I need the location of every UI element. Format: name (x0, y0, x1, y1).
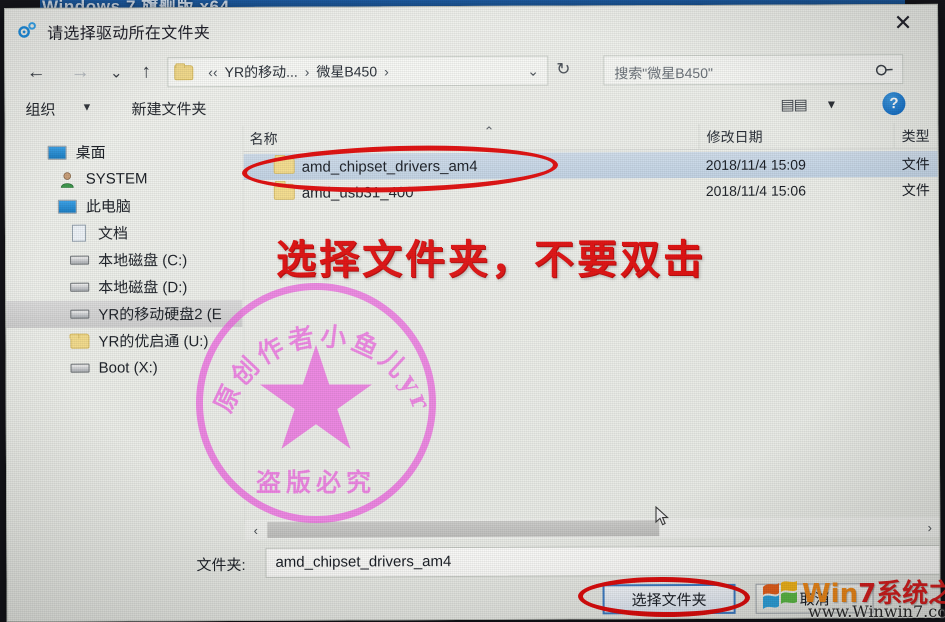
select-folder-button[interactable]: 选择文件夹 (602, 583, 736, 615)
folder-name-value: amd_chipset_drivers_am4 (275, 553, 452, 571)
breadcrumb-item-1[interactable]: 微星B450 (316, 61, 377, 81)
drive-icon (68, 251, 90, 269)
user-icon (56, 170, 78, 188)
chevron-down-icon[interactable]: ▼ (81, 102, 92, 114)
refresh-icon[interactable]: ↻ (556, 60, 570, 80)
sidebar-item-label: 桌面 (75, 144, 106, 162)
folder-icon (273, 183, 295, 200)
drive-icon (68, 305, 90, 323)
address-dropdown-icon[interactable]: ⌄ (527, 63, 539, 80)
document-icon (68, 224, 90, 242)
dialog-title: 请选择驱动所在文件夹 (47, 25, 211, 43)
column-divider[interactable] (698, 123, 700, 150)
column-header-type[interactable]: 类型 (902, 126, 930, 146)
breadcrumb-item-0[interactable]: YR的移动... (225, 62, 298, 82)
file-date: 2018/11/4 15:06 (705, 182, 807, 199)
dialog-titlebar: 请选择驱动所在文件夹 ✕ (5, 5, 939, 47)
navigation-pane: 桌面 SYSTEM 此电脑文档本地磁盘 (C:) 本地磁盘 (D:) YR的移动硬盘2 … (6, 126, 244, 525)
back-icon[interactable]: ← (23, 61, 49, 85)
breadcrumb-overflow[interactable]: ‹‹ (208, 64, 217, 80)
sidebar-item-4[interactable]: 本地磁盘 (C:) (6, 246, 242, 274)
address-bar[interactable]: ‹‹ YR的移动... › 微星B450 › (167, 55, 549, 88)
breadcrumb-separator-0: › (304, 63, 310, 80)
navigation-bar: ← → ⌄ ↑ ‹‹ YR的移动... › 微星B450 › ⌄ ↻ 搜索"微星… (5, 49, 939, 93)
sidebar-item-3[interactable]: 文档 (6, 219, 242, 247)
drive-icon (69, 359, 91, 377)
folder-icon (174, 64, 194, 80)
sidebar-item-5[interactable]: 本地磁盘 (D:) (6, 273, 242, 301)
dialog-button-row: 选择文件夹 取消 (8, 583, 940, 621)
help-icon[interactable]: ? (882, 92, 906, 116)
file-name: amd_usb31_400 (301, 183, 414, 202)
sidebar-item-label: YR的移动硬盘2 (E (98, 306, 222, 324)
sidebar-item-label: Boot (X:) (98, 359, 158, 377)
table-row[interactable]: amd_usb31_400 2018/11/4 15:06 文件 (244, 177, 940, 206)
dialog-content: 桌面 SYSTEM 此电脑文档本地磁盘 (C:) 本地磁盘 (D:) YR的移动硬盘2 … (6, 122, 940, 525)
scroll-right-icon[interactable]: › (921, 518, 938, 536)
column-header-name[interactable]: 名称 ⌃ (250, 124, 495, 149)
folder-icon (273, 157, 295, 174)
sidebar-item-label: 本地磁盘 (C:) (98, 252, 188, 270)
horizontal-scrollbar[interactable]: ‹ › (245, 516, 940, 540)
sidebar-item-6[interactable]: YR的移动硬盘2 (E (6, 299, 243, 328)
sidebar-item-8[interactable]: Boot (X:) (7, 354, 243, 382)
up-icon[interactable]: ↑ (133, 60, 159, 84)
file-type: 文件 (901, 155, 930, 173)
folder-field-label: 文件夹: (196, 556, 246, 575)
search-placeholder: 搜索"微星B450" (614, 64, 713, 82)
sidebar-item-label: 本地磁盘 (D:) (98, 279, 188, 297)
search-input[interactable]: 搜索"微星B450" (603, 54, 904, 86)
file-name: amd_chipset_drivers_am4 (301, 157, 478, 176)
sidebar-item-label: 文档 (97, 225, 129, 243)
sidebar-item-1[interactable]: SYSTEM (6, 165, 242, 193)
view-layout-icon[interactable]: ▤▤ (780, 95, 806, 113)
table-row[interactable]: amd_chipset_drivers_am4 2018/11/4 15:09 文件 (243, 150, 940, 180)
breadcrumb-separator-1: › (384, 63, 389, 80)
sort-ascending-icon: ⌃ (483, 123, 495, 139)
column-header-row: 名称 ⌃ 修改日期 类型 (243, 122, 940, 152)
gear-icon (17, 21, 37, 39)
scrollbar-thumb[interactable] (267, 520, 660, 538)
organize-button[interactable]: 组织 (25, 99, 55, 120)
file-list-pane: 名称 ⌃ 修改日期 类型 amd_chipset_drivers_am4 2018… (243, 122, 940, 524)
monitor-icon (56, 197, 78, 215)
file-type: 文件 (901, 181, 930, 199)
new-folder-button[interactable]: 新建文件夹 (131, 98, 206, 119)
column-divider[interactable] (893, 123, 895, 150)
drive-icon (68, 278, 90, 296)
sidebar-item-label: 此电脑 (85, 198, 131, 216)
sidebar-item-0[interactable]: 桌面 (6, 138, 242, 166)
sidebar-item-label: SYSTEM (85, 170, 148, 188)
view-dropdown-icon[interactable]: ▼ (825, 97, 837, 111)
scroll-left-icon[interactable]: ‹ (247, 521, 264, 539)
sidebar-item-2[interactable]: 此电脑 (6, 192, 242, 220)
search-icon[interactable] (872, 59, 898, 85)
sidebar-item-label: YR的优启通 (U:) (98, 333, 209, 351)
forward-icon: → (70, 61, 90, 83)
folder-field-row: 文件夹: amd_chipset_drivers_am4 (7, 544, 940, 583)
folder-name-input[interactable]: amd_chipset_drivers_am4 (265, 544, 940, 578)
close-icon[interactable]: ✕ (881, 9, 925, 37)
browse-folder-dialog: 请选择驱动所在文件夹 ✕ ← → ⌄ ↑ ‹‹ YR的移动... › 微星B45… (4, 3, 941, 622)
photographed-screen: Windows 7 旗舰版 x64 请选择驱动所在文件夹 ✕ ← → ⌄ ↑ (0, 0, 945, 622)
monitor-icon (46, 143, 68, 161)
folder-icon (68, 332, 90, 350)
column-header-date[interactable]: 修改日期 (707, 127, 763, 147)
file-date: 2018/11/4 15:09 (705, 156, 806, 173)
sidebar-item-7[interactable]: YR的优启通 (U:) (6, 327, 242, 355)
recent-locations-icon[interactable]: ⌄ (103, 60, 129, 84)
cancel-button[interactable]: 取消 (755, 583, 874, 614)
